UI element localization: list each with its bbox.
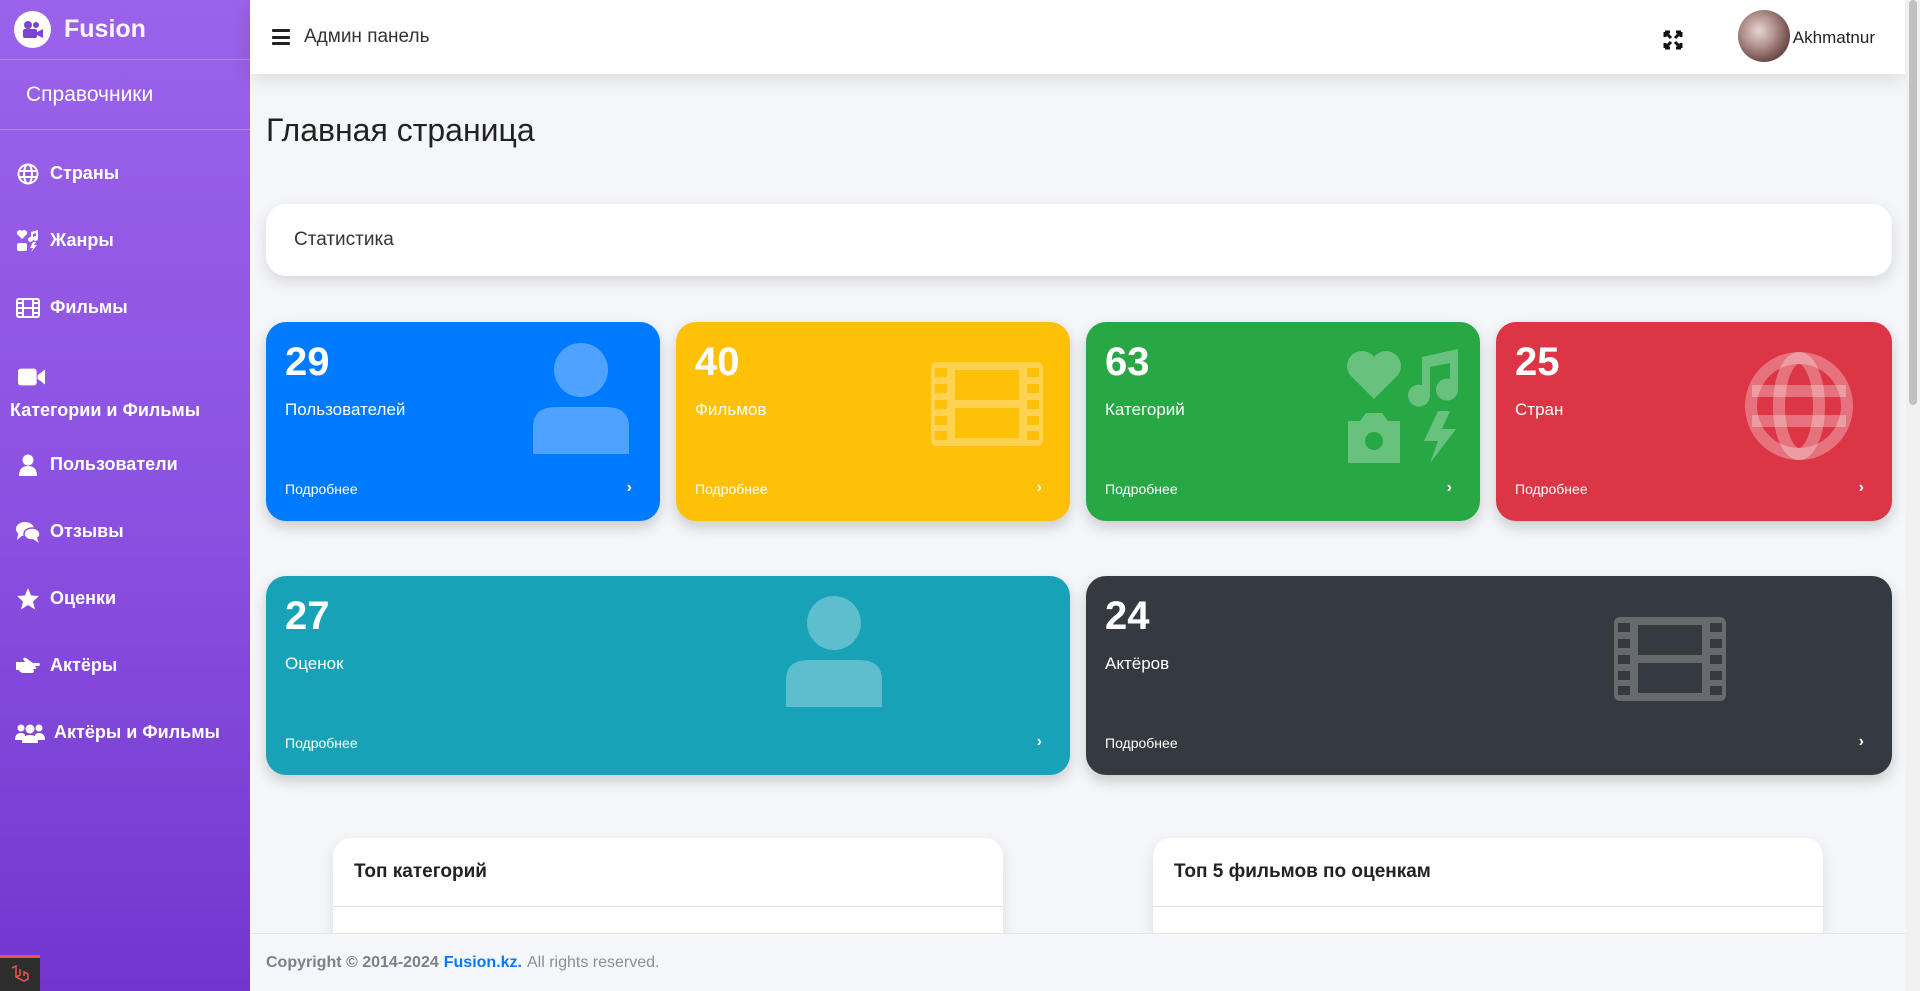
- page-scrollbar[interactable]: [1906, 0, 1920, 991]
- brand-name: Fusion: [64, 15, 146, 43]
- sidebar-item-label: Актёры: [50, 655, 118, 675]
- sidebar-item-users[interactable]: Пользователи: [0, 431, 250, 498]
- stat-value: 29: [285, 340, 330, 384]
- header-title: Админ панель: [304, 26, 430, 47]
- section-title: Справочники: [0, 60, 250, 130]
- star-icon: [14, 587, 42, 611]
- sidebar-item-actors[interactable]: Актёры: [0, 632, 250, 699]
- chevron-right-icon[interactable]: ›: [1859, 733, 1864, 751]
- film-icon: [1614, 617, 1726, 701]
- stat-label: Оценок: [285, 654, 344, 673]
- chevron-right-icon[interactable]: ›: [627, 479, 632, 497]
- globe-icon: [1745, 352, 1853, 460]
- stat-value: 63: [1105, 340, 1150, 384]
- sidebar-item-label: Жанры: [50, 230, 114, 250]
- globe-icon: [14, 162, 42, 186]
- stat-card-users: 29 Пользователей Подробнее ›: [266, 322, 660, 521]
- sidebar-item-label: Фильмы: [50, 297, 128, 317]
- chevron-right-icon[interactable]: ›: [1037, 479, 1042, 497]
- more-link[interactable]: Подробнее: [285, 481, 358, 497]
- page-title: Главная страница: [266, 112, 535, 148]
- user-icon: [14, 453, 42, 477]
- brand[interactable]: Fusion: [0, 0, 250, 60]
- stat-card-actors: 24 Актёров Подробнее ›: [1086, 576, 1892, 775]
- sidebar-item-ratings[interactable]: Оценки: [0, 565, 250, 632]
- sidebar-item-label: Категории и Фильмы: [10, 399, 201, 420]
- sidebar-item-label: Пользователи: [50, 454, 178, 474]
- menu-toggle-icon[interactable]: [272, 29, 290, 45]
- sidebar-item-label: Оценки: [50, 588, 117, 608]
- fullscreen-icon[interactable]: [1663, 30, 1683, 50]
- sidebar: Fusion Справочники Страны Жанры Фильмы К…: [0, 0, 250, 991]
- top-navbar: Админ панель Akhmatnur: [250, 0, 1905, 74]
- stat-card-ratings: 27 Оценок Подробнее ›: [266, 576, 1070, 775]
- stat-label: Пользователей: [285, 400, 406, 419]
- stats-header: Статистика: [266, 204, 1892, 276]
- chevron-right-icon[interactable]: ›: [1859, 479, 1864, 497]
- shapes-icon: [14, 229, 42, 253]
- more-link[interactable]: Подробнее: [1515, 481, 1588, 497]
- avatar[interactable]: [1738, 10, 1790, 62]
- stats-title: Статистика: [294, 229, 394, 250]
- rights-text: All rights reserved.: [526, 953, 660, 971]
- more-link[interactable]: Подробнее: [1105, 735, 1178, 751]
- card-title: Топ 5 фильмов по оценкам: [1153, 838, 1823, 907]
- more-link[interactable]: Подробнее: [1105, 481, 1178, 497]
- user-icon: [786, 596, 882, 707]
- username[interactable]: Akhmatnur: [1793, 28, 1875, 48]
- sidebar-item-label: Страны: [50, 163, 120, 183]
- comments-icon: [14, 520, 42, 544]
- sidebar-item-reviews[interactable]: Отзывы: [0, 498, 250, 565]
- film-icon: [931, 362, 1043, 446]
- more-link[interactable]: Подробнее: [695, 481, 768, 497]
- chevron-right-icon[interactable]: ›: [1037, 733, 1042, 751]
- sidebar-item-genres[interactable]: Жанры: [0, 207, 250, 274]
- user-icon: [533, 343, 629, 454]
- video-camera-icon: [18, 365, 46, 389]
- copyright-text: Copyright © 2014-2024: [266, 953, 439, 971]
- stat-card-countries: 25 Стран Подробнее ›: [1496, 322, 1892, 521]
- stat-label: Стран: [1515, 400, 1564, 419]
- stat-card-films: 40 Фильмов Подробнее ›: [676, 322, 1070, 521]
- stat-value: 25: [1515, 340, 1560, 384]
- stat-label: Фильмов: [695, 400, 767, 419]
- stat-card-categories: 63 Категорий Подробнее ›: [1086, 322, 1480, 521]
- sidebar-item-films[interactable]: Фильмы: [0, 274, 250, 341]
- footer: Copyright © 2014-2024 Fusion.kz. All rig…: [250, 933, 1906, 991]
- stat-label: Актёров: [1105, 654, 1170, 673]
- users-icon: [14, 721, 46, 745]
- hand-icon: [14, 654, 42, 678]
- chevron-right-icon[interactable]: ›: [1447, 479, 1452, 497]
- sidebar-item-actors-films[interactable]: Актёры и Фильмы: [0, 699, 250, 766]
- more-link[interactable]: Подробнее: [285, 735, 358, 751]
- footer-brand-link[interactable]: Fusion.kz.: [444, 954, 522, 972]
- card-title: Топ категорий: [333, 838, 1003, 907]
- sidebar-item-categories-films[interactable]: Категории и Фильмы: [0, 341, 250, 431]
- stat-label: Категорий: [1105, 400, 1185, 419]
- sidebar-item-countries[interactable]: Страны: [0, 140, 250, 207]
- sidebar-nav: Страны Жанры Фильмы Категории и Фильмы П…: [0, 130, 250, 766]
- laravel-debugbar-icon[interactable]: [0, 955, 40, 991]
- stat-value: 40: [695, 340, 740, 384]
- video-camera-logo-icon: [14, 11, 51, 48]
- film-icon: [14, 296, 42, 320]
- scrollbar-thumb[interactable]: [1909, 0, 1917, 405]
- sidebar-item-label: Отзывы: [50, 521, 124, 541]
- stat-value: 27: [285, 594, 330, 638]
- stat-value: 24: [1105, 594, 1150, 638]
- shapes-icon: [1347, 349, 1459, 463]
- sidebar-item-label: Актёры и Фильмы: [54, 722, 220, 742]
